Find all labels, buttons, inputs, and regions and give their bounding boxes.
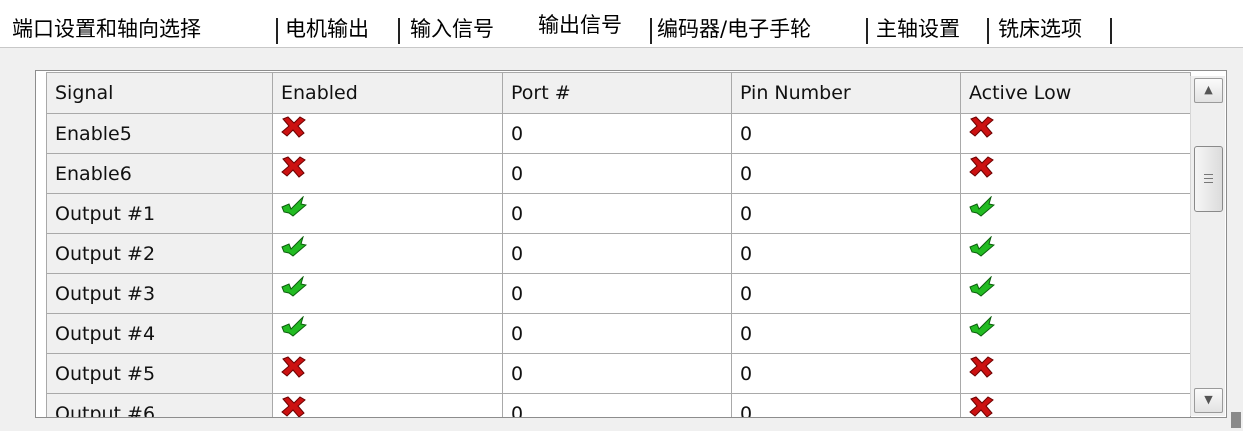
pin-number-cell[interactable]: 0 — [731, 393, 961, 417]
column-header-pin-number[interactable]: Pin Number — [731, 72, 961, 114]
active-low-toggle-cell[interactable] — [960, 153, 1191, 194]
tab-input-signals[interactable]: 输入信号 — [410, 14, 494, 44]
signal-name-cell: Enable5 — [46, 113, 273, 154]
enabled-toggle-cell[interactable] — [272, 273, 503, 314]
pin-number-cell[interactable]: 0 — [731, 273, 961, 314]
green-check-icon — [281, 276, 307, 297]
scroll-thumb[interactable] — [1194, 146, 1223, 212]
port-number-cell[interactable]: 0 — [502, 353, 732, 394]
table-row[interactable]: Output #6 0 0 — [46, 393, 1191, 417]
green-check-icon — [281, 316, 307, 337]
active-low-toggle-cell[interactable] — [960, 273, 1191, 314]
port-number-cell[interactable]: 0 — [502, 273, 732, 314]
tab-divider — [650, 18, 652, 44]
output-signals-window: 端口设置和轴向选择 电机输出 输入信号 输出信号 编码器/电子手轮 主轴设置 铣… — [0, 0, 1243, 431]
pin-number-cell[interactable]: 0 — [731, 353, 961, 394]
pin-number-cell[interactable]: 0 — [731, 193, 961, 234]
signal-table: Signal Enabled Port # Pin Number Active … — [46, 72, 1191, 417]
tab-divider — [398, 18, 400, 44]
active-low-toggle-cell[interactable] — [960, 113, 1191, 154]
active-low-toggle-cell[interactable] — [960, 393, 1191, 417]
signal-name-cell: Output #5 — [46, 353, 273, 394]
green-check-icon — [969, 316, 995, 337]
scroll-down-button[interactable]: ▼ — [1194, 388, 1223, 413]
pin-number-cell[interactable]: 0 — [731, 113, 961, 154]
enabled-toggle-cell[interactable] — [272, 313, 503, 354]
vertical-scrollbar[interactable]: ▲ ▼ — [1190, 76, 1225, 416]
column-header-port[interactable]: Port # — [502, 72, 732, 114]
green-check-icon — [969, 196, 995, 217]
signal-name-cell: Output #6 — [46, 393, 273, 417]
scroll-up-button[interactable]: ▲ — [1194, 78, 1223, 103]
tab-bar: 端口设置和轴向选择 电机输出 输入信号 输出信号 编码器/电子手轮 主轴设置 铣… — [0, 0, 1243, 48]
signal-name-cell: Enable6 — [46, 153, 273, 194]
active-low-toggle-cell[interactable] — [960, 233, 1191, 274]
red-x-icon — [969, 116, 994, 138]
red-x-icon — [969, 396, 994, 417]
output-signal-grid: Signal Enabled Port # Pin Number Active … — [35, 70, 1227, 418]
port-number-cell[interactable]: 0 — [502, 313, 732, 354]
enabled-toggle-cell[interactable] — [272, 113, 503, 154]
enabled-toggle-cell[interactable] — [272, 153, 503, 194]
tab-divider — [1110, 18, 1112, 44]
green-check-icon — [281, 196, 307, 217]
table-row[interactable]: Output #5 0 0 — [46, 353, 1191, 394]
resize-grip[interactable] — [1231, 412, 1241, 428]
tab-divider — [276, 18, 278, 44]
tab-spindle-setup[interactable]: 主轴设置 — [876, 14, 960, 44]
enabled-toggle-cell[interactable] — [272, 393, 503, 417]
red-x-icon — [969, 156, 994, 178]
port-number-cell[interactable]: 0 — [502, 233, 732, 274]
pin-number-cell[interactable]: 0 — [731, 313, 961, 354]
grip-line — [1204, 174, 1213, 175]
active-low-toggle-cell[interactable] — [960, 313, 1191, 354]
column-header-enabled[interactable]: Enabled — [272, 72, 503, 114]
red-x-icon — [281, 396, 306, 417]
tab-divider — [866, 18, 868, 44]
enabled-toggle-cell[interactable] — [272, 353, 503, 394]
signal-name-cell: Output #2 — [46, 233, 273, 274]
signal-name-cell: Output #1 — [46, 193, 273, 234]
port-number-cell[interactable]: 0 — [502, 153, 732, 194]
column-header-active-low[interactable]: Active Low — [960, 72, 1191, 114]
red-x-icon — [281, 356, 306, 378]
port-number-cell[interactable]: 0 — [502, 193, 732, 234]
signal-name-cell: Output #3 — [46, 273, 273, 314]
green-check-icon — [969, 276, 995, 297]
tab-divider — [987, 18, 989, 44]
red-x-icon — [281, 156, 306, 178]
green-check-icon — [969, 236, 995, 257]
signal-name-cell: Output #4 — [46, 313, 273, 354]
table-row[interactable]: Output #3 0 0 — [46, 273, 1191, 314]
tab-encoder-mpg[interactable]: 编码器/电子手轮 — [657, 14, 811, 44]
port-number-cell[interactable]: 0 — [502, 393, 732, 417]
tab-motor-output[interactable]: 电机输出 — [285, 14, 369, 44]
table-row[interactable]: Output #4 0 0 — [46, 313, 1191, 354]
pin-number-cell[interactable]: 0 — [731, 233, 961, 274]
table-row[interactable]: Enable6 0 0 — [46, 153, 1191, 194]
table-row[interactable]: Output #1 0 0 — [46, 193, 1191, 234]
red-x-icon — [969, 356, 994, 378]
tab-port-setup[interactable]: 端口设置和轴向选择 — [12, 14, 201, 44]
table-header-row: Signal Enabled Port # Pin Number Active … — [46, 72, 1191, 114]
table-row[interactable]: Output #2 0 0 — [46, 233, 1191, 274]
grip-line — [1204, 178, 1213, 179]
port-number-cell[interactable]: 0 — [502, 113, 732, 154]
green-check-icon — [281, 236, 307, 257]
grip-line — [1204, 182, 1213, 183]
red-x-icon — [281, 116, 306, 138]
active-low-toggle-cell[interactable] — [960, 353, 1191, 394]
tab-mill-options[interactable]: 铣床选项 — [998, 14, 1082, 44]
tab-output-signals[interactable]: 输出信号 — [538, 10, 622, 40]
enabled-toggle-cell[interactable] — [272, 233, 503, 274]
enabled-toggle-cell[interactable] — [272, 193, 503, 234]
column-header-signal[interactable]: Signal — [46, 72, 273, 114]
active-low-toggle-cell[interactable] — [960, 193, 1191, 234]
pin-number-cell[interactable]: 0 — [731, 153, 961, 194]
table-row[interactable]: Enable5 0 0 — [46, 113, 1191, 154]
table-body: Enable5 0 0 Enable6 0 0 Output #1 0 0 Output #2 0 0… — [46, 113, 1191, 417]
